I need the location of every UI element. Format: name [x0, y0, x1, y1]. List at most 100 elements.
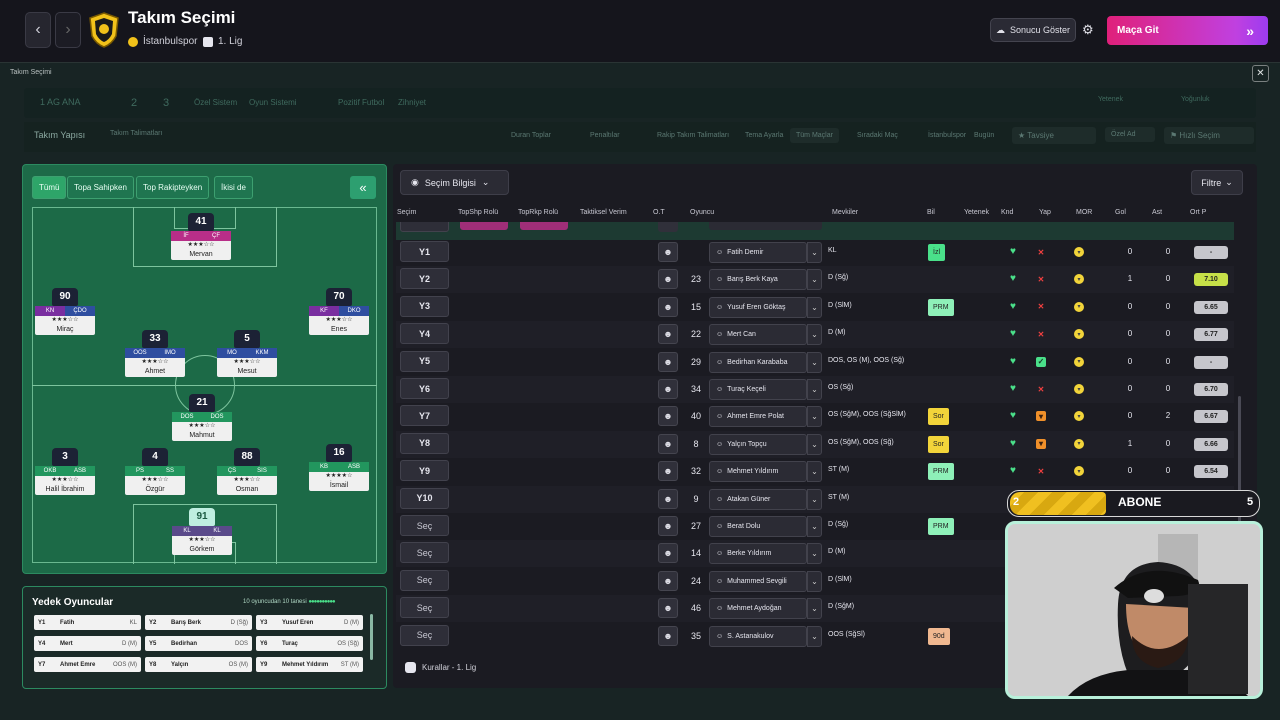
chevron-down-icon[interactable]: ⌄	[807, 543, 822, 565]
col-info[interactable]: Bil	[927, 209, 935, 216]
mentality-style[interactable]: Pozitif Futbol	[338, 98, 384, 107]
info-badge[interactable]: Sor	[928, 408, 949, 426]
theme-setting[interactable]: Tema Ayarla	[745, 132, 783, 139]
substitute-cell[interactable]: Y3 Yusuf Eren D (M)	[256, 615, 363, 630]
player-select[interactable]: ☺ Barış Berk Kaya	[709, 269, 807, 291]
selection-slot-button[interactable]: Seç	[400, 597, 449, 619]
custom-system[interactable]: Özel Sistem	[194, 98, 237, 107]
chevron-down-icon[interactable]: ⌄	[807, 406, 822, 428]
person-icon[interactable]: ☻	[658, 543, 678, 564]
person-icon[interactable]: ☻	[658, 351, 678, 372]
chevron-down-icon[interactable]: ⌄	[807, 269, 822, 291]
pitch-player[interactable]: 4 PS SS ★★★☆☆ Özgür	[125, 448, 185, 495]
custom-name-button[interactable]: Özel Ad	[1105, 127, 1155, 142]
selection-slot-button[interactable]: Seç	[400, 624, 449, 646]
substitute-cell[interactable]: Y2 Barış Berk D (Sğ)	[145, 615, 252, 630]
chevron-down-icon[interactable]: ⌄	[807, 242, 822, 263]
table-row[interactable]: Y7 ☻ 40 ☺ Ahmet Emre Polat ⌄ OS (SğM), OOS (Sğ…	[396, 403, 1234, 430]
table-row[interactable]: Y6 ☻ 34 ☺ Turaç Keçeli ⌄ OS (Sğ) ♥ ✕ ▾ 0 0 6.70	[396, 376, 1234, 403]
person-icon[interactable]: ☻	[658, 379, 678, 399]
table-row-partial[interactable]	[396, 222, 1234, 240]
quick-pick-dropdown[interactable]: ⚑ Hızlı Seçim	[1164, 127, 1254, 144]
selection-slot-button[interactable]: Seç	[400, 515, 449, 536]
pitch-tab-out-of-possession[interactable]: Top Rakipteyken	[136, 176, 210, 199]
player-select[interactable]: ☺ Turaç Keçeli	[709, 379, 807, 400]
pitch-player[interactable]: 41 İF ÇF ★★★☆☆ Mervan	[171, 213, 231, 260]
col-condition[interactable]: Knd	[1001, 209, 1013, 216]
person-icon[interactable]: ☻	[658, 242, 678, 262]
out-possession-role[interactable]	[520, 222, 568, 230]
selection-slot-button[interactable]: Y2	[400, 268, 449, 290]
col-match-fitness[interactable]: Yap	[1039, 209, 1051, 216]
player-select[interactable]: ☺ Ahmet Emre Polat	[709, 406, 807, 428]
substitute-cell[interactable]: Y9 Mehmet Yıldırım ST (M)	[256, 657, 363, 672]
player-select[interactable]: ☺ S. Astanakulov	[709, 625, 807, 647]
player-select[interactable]: ☺ Berke Yıldırım	[709, 543, 807, 565]
forward-button[interactable]: ›	[55, 12, 81, 48]
pitch-player[interactable]: 33 OOS IMO ★★★☆☆ Ahmet	[125, 330, 185, 377]
selection-slot-button[interactable]: Y10	[400, 487, 449, 509]
col-ot[interactable]: O.T	[653, 209, 665, 216]
chevron-down-icon[interactable]: ⌄	[807, 324, 822, 346]
selection-slot-button[interactable]: Y8	[400, 432, 449, 454]
chevron-down-icon[interactable]: ⌄	[807, 570, 822, 592]
player-select[interactable]: ☺ Muhammed Sevgili	[709, 570, 807, 592]
player-select[interactable]: ☺ Fatih Demir	[709, 242, 807, 263]
info-badge[interactable]: İzl	[928, 244, 945, 261]
selection-slot-button[interactable]: Y5	[400, 350, 449, 372]
col-morale[interactable]: MOR	[1076, 209, 1092, 216]
chevron-down-icon[interactable]: ⌄	[807, 433, 822, 455]
penalties-button[interactable]: Penaltılar	[590, 132, 620, 139]
info-badge[interactable]: 90d	[928, 627, 950, 645]
col-goals[interactable]: Gol	[1115, 209, 1126, 216]
tactic-slot-3[interactable]: 3	[163, 97, 169, 109]
advice-dropdown[interactable]: ★ Tavsiye	[1012, 127, 1096, 144]
person-icon[interactable]: ☻	[658, 598, 678, 619]
in-possession-role[interactable]	[460, 222, 508, 230]
substitute-cell[interactable]: Y7 Ahmet Emre OOS (M)	[34, 657, 141, 672]
selection-slot-button[interactable]: Y4	[400, 323, 449, 345]
rules-link[interactable]: Kurallar - 1. Lig	[405, 662, 476, 673]
chevron-down-icon[interactable]: ⌄	[807, 516, 822, 537]
chevron-down-icon[interactable]: ⌄	[807, 379, 822, 400]
col-average-rating[interactable]: Ort P	[1190, 209, 1206, 216]
person-icon[interactable]: ☻	[658, 296, 678, 317]
col-tactical-efficiency[interactable]: Taktiksel Verim	[580, 209, 627, 216]
table-row[interactable]: Y8 ☻ 8 ☺ Yalçın Topçu ⌄ OS (SğM), OOS (Sğ) Sor ♥…	[396, 430, 1234, 458]
substitute-cell[interactable]: Y1 Fatih KL	[34, 615, 141, 630]
pitch-player[interactable]: 88 ÇS SIS ★★★☆☆ Osman	[217, 448, 277, 495]
chevron-down-icon[interactable]: ⌄	[807, 625, 822, 647]
table-row[interactable]: Y3 ☻ 15 ☺ Yusuf Eren Göktaş ⌄ D (SlM) PRM ♥ ✕ ▾ 0 0 6…	[396, 294, 1234, 321]
collapse-button[interactable]: «	[350, 176, 376, 199]
info-badge[interactable]: Sor	[928, 435, 949, 453]
chevron-down-icon[interactable]: ⌄	[807, 488, 822, 510]
col-ability[interactable]: Yetenek	[964, 209, 989, 216]
col-in-possession-role[interactable]: TopShp Rolü	[458, 209, 498, 216]
person-icon[interactable]: ☻	[658, 461, 678, 482]
player-select[interactable]: ☺ Yalçın Topçu	[709, 433, 807, 455]
selection-slot-button[interactable]: Y1	[400, 241, 449, 262]
table-row[interactable]: Y1 ☻ ☺ Fatih Demir ⌄ KL İzl ♥ ✕ ▾ 0 0-	[396, 239, 1234, 266]
person-icon[interactable]: ☻	[658, 269, 678, 290]
col-assists[interactable]: Ast	[1152, 209, 1162, 216]
col-player[interactable]: Oyuncu	[690, 209, 714, 216]
tactic-slot-2[interactable]: 2	[131, 97, 137, 109]
selection-slot-button[interactable]: Y6	[400, 378, 449, 399]
person-icon[interactable]: ☻	[658, 324, 678, 345]
player-select[interactable]	[709, 222, 822, 230]
col-out-possession-role[interactable]: TopRkp Rolü	[518, 209, 558, 216]
chevron-down-icon[interactable]: ⌄	[807, 598, 822, 620]
pitch-player[interactable]: 3 OKB ASB ★★★☆☆ Halil İbrahim	[35, 448, 95, 495]
person-icon[interactable]: ☻	[658, 488, 678, 509]
player-select[interactable]: ☺ Atakan Güner	[709, 488, 807, 510]
game-system[interactable]: Oyun Sistemi	[249, 98, 297, 107]
table-row[interactable]: Y4 ☻ 22 ☺ Mert Can ⌄ D (M) ♥ ✕ ▾ 0 0 6.77	[396, 321, 1234, 349]
col-positions[interactable]: Mevkiler	[832, 209, 858, 216]
info-badge[interactable]: PRM	[928, 298, 954, 316]
pitch-tab-in-possession[interactable]: Topa Sahipken	[67, 176, 134, 199]
next-match-toggle[interactable]: Sıradaki Maç	[857, 132, 898, 139]
player-card-button[interactable]	[658, 222, 678, 232]
info-badge[interactable]: PRM	[928, 518, 954, 535]
selection-slot-button[interactable]: Y9	[400, 460, 449, 482]
person-icon[interactable]: ☻	[658, 625, 678, 646]
